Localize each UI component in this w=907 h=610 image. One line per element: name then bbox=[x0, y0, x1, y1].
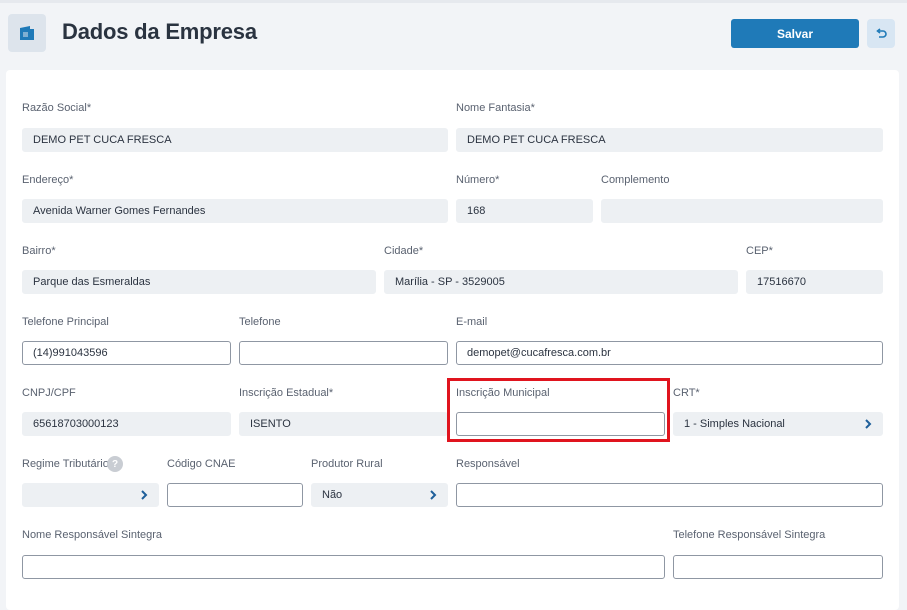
cidade-field[interactable]: Marília - SP - 3529005 bbox=[384, 270, 738, 294]
endereco-field[interactable]: Avenida Warner Gomes Fernandes bbox=[22, 199, 448, 223]
chevron-right-icon bbox=[138, 489, 150, 501]
telefone-input[interactable] bbox=[239, 341, 448, 365]
razao-social-label: Razão Social* bbox=[22, 102, 92, 114]
undo-icon[interactable] bbox=[867, 19, 895, 48]
save-button[interactable]: Salvar bbox=[731, 19, 859, 48]
page-header: Dados da Empresa Salvar bbox=[0, 3, 907, 63]
bairro-field[interactable]: Parque das Esmeraldas bbox=[22, 270, 376, 294]
chevron-right-icon bbox=[862, 418, 874, 430]
cep-label: CEP* bbox=[746, 245, 773, 257]
razao-social-field[interactable]: DEMO PET CUCA FRESCA bbox=[22, 128, 448, 152]
regime-tributario-select[interactable] bbox=[22, 483, 159, 507]
telefone-principal-label: Telefone Principal bbox=[22, 316, 109, 328]
responsavel-input[interactable] bbox=[456, 483, 883, 507]
numero-field[interactable]: 168 bbox=[456, 199, 593, 223]
page-title: Dados da Empresa bbox=[62, 19, 257, 44]
codigo-cnae-label: Código CNAE bbox=[167, 458, 236, 470]
telefone-label: Telefone bbox=[239, 316, 281, 328]
chevron-right-icon bbox=[427, 489, 439, 501]
numero-label: Número* bbox=[456, 174, 500, 186]
cnpj-field[interactable]: 65618703000123 bbox=[22, 412, 231, 436]
inscricao-municipal-label: Inscrição Municipal bbox=[456, 387, 550, 399]
inscricao-estadual-label: Inscrição Estadual* bbox=[239, 387, 334, 399]
inscricao-municipal-input[interactable] bbox=[456, 412, 665, 436]
store-icon bbox=[8, 14, 46, 52]
regime-tributario-label: Regime Tributário bbox=[22, 458, 109, 470]
telefone-responsavel-sintegra-label: Telefone Responsável Sintegra bbox=[673, 529, 826, 541]
crt-label: CRT* bbox=[673, 387, 700, 399]
telefone-principal-input[interactable]: (14)991043596 bbox=[22, 341, 231, 365]
crt-select[interactable]: 1 - Simples Nacional bbox=[673, 412, 883, 436]
cnpj-label: CNPJ/CPF bbox=[22, 387, 76, 399]
email-label: E-mail bbox=[456, 316, 488, 328]
complemento-label: Complemento bbox=[601, 174, 670, 186]
codigo-cnae-input[interactable] bbox=[167, 483, 303, 507]
nome-responsavel-sintegra-label: Nome Responsável Sintegra bbox=[22, 529, 163, 541]
responsavel-label: Responsável bbox=[456, 458, 520, 470]
cidade-label: Cidade* bbox=[384, 245, 424, 257]
produtor-rural-label: Produtor Rural bbox=[311, 458, 383, 470]
endereco-label: Endereço* bbox=[22, 174, 74, 186]
crt-selected-value: 1 - Simples Nacional bbox=[684, 418, 785, 430]
email-input[interactable]: demopet@cucafresca.com.br bbox=[456, 341, 883, 365]
produtor-rural-select[interactable]: Não bbox=[311, 483, 448, 507]
produtor-rural-selected-value: Não bbox=[322, 489, 343, 501]
nome-fantasia-label: Nome Fantasia* bbox=[456, 102, 535, 114]
nome-responsavel-sintegra-input[interactable] bbox=[22, 555, 665, 579]
bairro-label: Bairro* bbox=[22, 245, 56, 257]
nome-fantasia-field[interactable]: DEMO PET CUCA FRESCA bbox=[456, 128, 883, 152]
telefone-responsavel-sintegra-input[interactable] bbox=[673, 555, 883, 579]
inscricao-estadual-field[interactable]: ISENTO bbox=[239, 412, 448, 436]
help-icon[interactable]: ? bbox=[107, 456, 123, 472]
cep-field[interactable]: 17516670 bbox=[746, 270, 883, 294]
complemento-field[interactable] bbox=[601, 199, 883, 223]
